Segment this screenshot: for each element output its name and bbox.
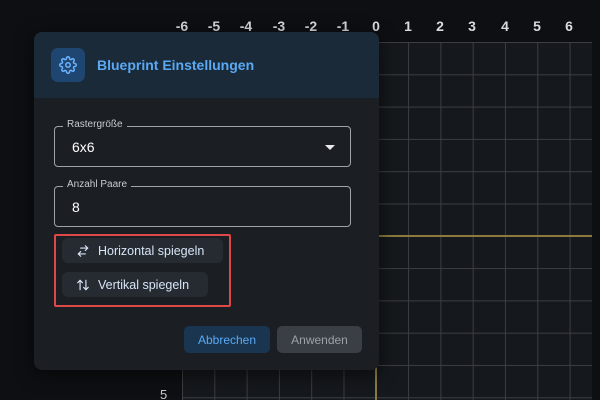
caret-down-icon[interactable] [325, 145, 335, 150]
pairs-count-value: 8 [72, 199, 80, 215]
flip-horizontal-button[interactable]: Horizontal spiegeln [62, 238, 223, 263]
grid-size-label: Rastergröße [63, 119, 127, 130]
x-tick: 3 [468, 18, 476, 34]
flip-vertical-label: Vertikal spiegeln [98, 277, 190, 292]
flip-vertical-button[interactable]: Vertikal spiegeln [62, 272, 208, 297]
x-tick: 5 [533, 18, 541, 34]
grid-size-select[interactable]: Rastergröße 6x6 [54, 119, 351, 167]
dialog-header: Blueprint Einstellungen [34, 32, 379, 98]
cancel-button[interactable]: Abbrechen [184, 326, 270, 353]
dialog-title: Blueprint Einstellungen [97, 57, 255, 73]
gear-icon [51, 48, 85, 82]
swap-horizontal-icon [77, 244, 89, 257]
x-tick: 1 [404, 18, 412, 34]
blueprint-settings-dialog: Blueprint Einstellungen Rastergröße 6x6 … [34, 32, 379, 370]
apply-button[interactable]: Anwenden [277, 326, 362, 353]
pairs-count-input[interactable]: Anzahl Paare 8 [54, 179, 351, 227]
flip-horizontal-label: Horizontal spiegeln [98, 243, 205, 258]
x-tick: 6 [565, 18, 573, 34]
y-tick: 5 [160, 387, 168, 400]
x-tick: 2 [436, 18, 444, 34]
grid-size-value: 6x6 [72, 139, 95, 155]
swap-vertical-icon [77, 279, 89, 290]
pairs-count-label: Anzahl Paare [63, 179, 132, 190]
blueprint-stage: -6 -5 -4 -3 -2 -1 0 1 2 3 4 5 6 5 Bluepr… [0, 0, 600, 400]
x-tick: 4 [501, 18, 509, 34]
